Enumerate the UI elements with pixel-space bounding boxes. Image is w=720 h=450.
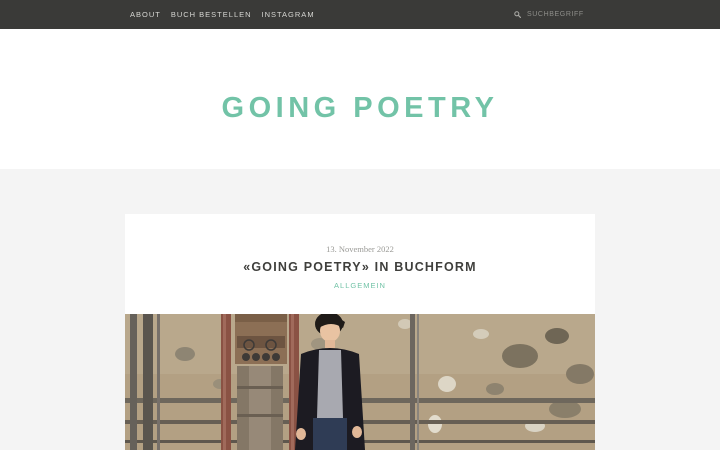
post-featured-image[interactable] [125,314,595,450]
post-card: 13. November 2022 «GOING POETRY» IN BUCH… [125,214,595,450]
post-title[interactable]: «GOING POETRY» IN BUCHFORM [125,260,595,274]
post-category[interactable]: ALLGEMEIN [125,281,595,290]
search-icon[interactable] [514,11,521,18]
site-header: GOING POETRY [0,29,720,169]
nav-link-instagram[interactable]: INSTAGRAM [262,10,315,19]
search-form [514,0,607,29]
nav-link-about[interactable]: ABOUT [130,10,161,19]
top-navigation-bar: ABOUT BUCH BESTELLEN INSTAGRAM [0,0,720,29]
main-menu: ABOUT BUCH BESTELLEN INSTAGRAM [130,0,315,29]
post-date: 13. November 2022 [326,244,394,254]
nav-link-buch-bestellen[interactable]: BUCH BESTELLEN [171,10,252,19]
search-input[interactable] [527,11,607,18]
site-title[interactable]: GOING POETRY [0,92,720,125]
